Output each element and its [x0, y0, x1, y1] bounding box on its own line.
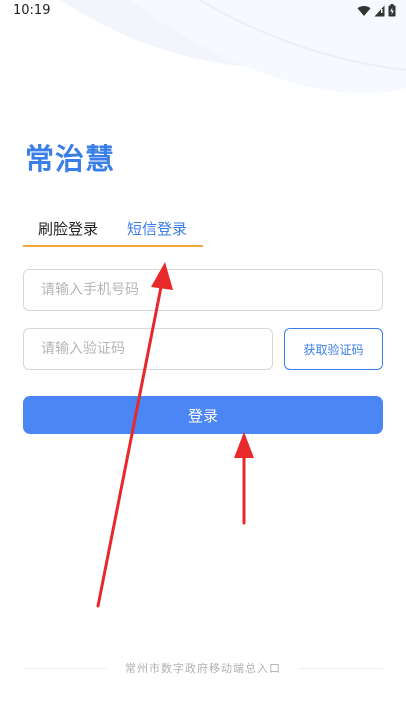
footer: 常州市数字政府移动端总入口: [23, 660, 383, 676]
login-tabs: 刷脸登录 短信登录: [23, 214, 203, 247]
phone-input[interactable]: [23, 269, 383, 311]
tab-sms-login[interactable]: 短信登录: [127, 218, 187, 239]
wifi-icon: [357, 5, 371, 16]
footer-text: 常州市数字政府移动端总入口: [125, 662, 281, 675]
app-logo: 常治慧: [25, 142, 116, 176]
battery-charging-icon: [388, 4, 396, 17]
cellular-signal-icon: [374, 5, 385, 16]
status-time: 10:19: [13, 3, 51, 18]
tab-underline: [23, 245, 203, 247]
verification-code-input[interactable]: [23, 328, 273, 370]
get-code-button[interactable]: 获取验证码: [284, 328, 383, 370]
login-button[interactable]: 登录: [23, 396, 383, 434]
status-bar: 10:19: [0, 0, 406, 24]
tab-face-login[interactable]: 刷脸登录: [38, 218, 98, 239]
annotation-arrow-to-sms-tab: [96, 262, 173, 608]
status-icons: [357, 4, 396, 17]
annotation-arrow-to-login-button: [234, 432, 254, 525]
